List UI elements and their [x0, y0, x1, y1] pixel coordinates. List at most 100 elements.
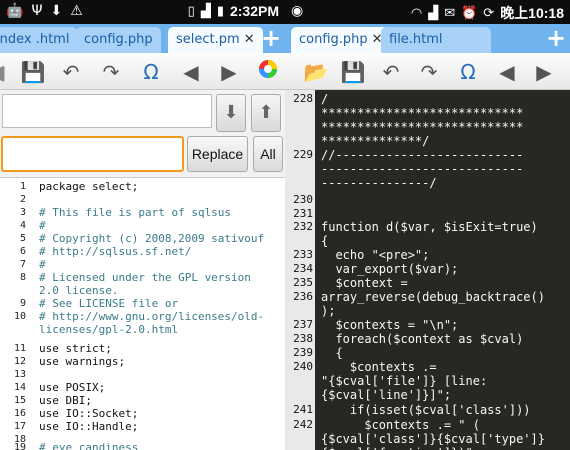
line-number: 19	[13, 442, 26, 450]
line-text: //-------------------------- -----------…	[321, 148, 524, 190]
line-number: 2	[19, 194, 26, 205]
line-number: 231	[293, 207, 313, 220]
line-number: 228	[293, 92, 313, 105]
color-picker-icon[interactable]	[255, 59, 281, 85]
special-chars-icon[interactable]: Ω	[138, 59, 164, 85]
add-tab-button[interactable]: +	[543, 26, 569, 52]
download-icon: ⬇	[50, 3, 63, 19]
line-text: package select;	[39, 180, 139, 193]
line-number: 1	[19, 181, 26, 192]
line-number: 6	[19, 246, 26, 257]
line-number: 4	[19, 220, 26, 231]
line-number: 14	[13, 382, 26, 393]
line-number: 238	[293, 332, 313, 345]
line-text: use POSIX;	[39, 381, 106, 394]
find-next-button[interactable]: ⬇	[216, 94, 246, 132]
line-number: 239	[293, 346, 313, 359]
vibrate-icon: ▯	[187, 3, 195, 19]
line-text: function d($var, $isExit=true) {	[321, 220, 538, 248]
line-text: # Copyright (c) 2008,2009 sativouf	[39, 232, 265, 245]
code-editor[interactable]: 1 package select; 2 3 # This file is part …	[0, 178, 285, 450]
line-number: 11	[13, 343, 26, 354]
line-text: use warnings;	[39, 355, 126, 368]
special-chars-icon[interactable]: Ω	[455, 59, 481, 85]
signal-icon: ▟	[428, 5, 439, 21]
android-icon: 🤖	[6, 3, 24, 19]
tab-label: index .html	[0, 32, 70, 47]
line-number: 241	[293, 403, 313, 416]
save-icon[interactable]: 💾	[20, 59, 46, 85]
toolbar: 📂 💾 ↶ ↷ Ω ◀ ▶	[285, 53, 570, 90]
tab-config-php[interactable]: config.php	[76, 27, 161, 53]
line-number: 12	[13, 356, 26, 367]
line-number: 17	[13, 421, 26, 432]
status-bar: ◉ ◠ ▟ ✉ ⏰ ⟳ 晚上10:18	[285, 0, 570, 24]
open-folder-icon[interactable]: 📂	[303, 59, 329, 85]
toolbar: ◖ 💾 ↶ ↷ Ω ◀ ▶	[0, 53, 285, 90]
undo-icon[interactable]: ↶	[378, 59, 404, 85]
line-text: {	[321, 346, 343, 360]
line-text: / **************************** *********…	[321, 92, 524, 148]
close-icon[interactable]: ✕	[244, 32, 255, 47]
open-folder-icon[interactable]: ◖	[0, 59, 14, 85]
line-number: 237	[293, 318, 313, 331]
redo-icon[interactable]: ↷	[416, 59, 442, 85]
line-text: if(isset($cval['class']))	[321, 403, 531, 417]
line-text: $contexts .= "{$cval['file']} [line: {$c…	[321, 360, 488, 402]
tab-label: config.php	[299, 32, 368, 47]
line-text: use DBI;	[39, 394, 92, 407]
alert-icon: ⚠	[70, 3, 83, 19]
line-number: 235	[293, 276, 313, 289]
replace-input[interactable]	[1, 136, 184, 172]
line-text: # Licensed under the GPL version 2.0 lic…	[39, 271, 251, 297]
back-icon[interactable]: ◀	[494, 59, 520, 85]
replace-all-button[interactable]: All	[253, 136, 283, 172]
find-replace-bar: ⬇ ⬆ Replace All	[0, 90, 285, 178]
line-number: 5	[19, 233, 26, 244]
line-number: 10	[13, 311, 26, 322]
wifi-icon: ◠	[410, 5, 423, 21]
line-number: 234	[293, 262, 313, 275]
code-editor-dark[interactable]: 228 / **************************** ******…	[285, 90, 570, 450]
find-prev-button[interactable]: ⬆	[251, 94, 281, 132]
tab-label: select.pm	[176, 32, 240, 47]
tab-label: config.php	[84, 32, 153, 47]
redo-icon[interactable]: ↷	[98, 59, 124, 85]
line-number: 3	[19, 207, 26, 218]
line-text: use strict;	[39, 342, 112, 355]
line-text: # http://www.gnu.org/licenses/old- licen…	[39, 310, 265, 336]
line-text: # See LICENSE file or	[39, 297, 179, 310]
tab-label: file.html	[389, 32, 443, 47]
save-icon[interactable]: 💾	[340, 59, 366, 85]
line-number: 233	[293, 248, 313, 261]
undo-icon[interactable]: ↶	[58, 59, 84, 85]
clock: 晚上10:18	[500, 5, 564, 21]
line-number: 9	[19, 298, 26, 309]
add-tab-button[interactable]: +	[258, 26, 284, 52]
line-text: # http://sqlsus.sf.net/	[39, 245, 192, 258]
line-number: 16	[13, 408, 26, 419]
tab-file-html[interactable]: file.html	[381, 27, 491, 53]
status-bar: 🤖 Ψ ⬇ ⚠ ▯ ▟ ▮ 2:32PM	[0, 0, 285, 24]
forward-icon[interactable]: ▶	[531, 59, 557, 85]
globe-icon: ◉	[291, 3, 304, 19]
arrow-up-icon: ⬆	[258, 102, 274, 123]
arrow-down-icon: ⬇	[223, 102, 239, 123]
tab-config-php[interactable]: config.php ✕	[291, 27, 391, 53]
line-number: 230	[293, 193, 313, 206]
forward-icon[interactable]: ▶	[216, 59, 242, 85]
sync-icon: ⟳	[483, 5, 495, 21]
find-input[interactable]	[2, 94, 212, 128]
line-text: foreach($context as $cval)	[321, 332, 524, 346]
line-number: 7	[19, 259, 26, 270]
tab-index-html[interactable]: index .html	[0, 27, 78, 53]
line-text: use IO::Handle;	[39, 420, 139, 433]
alarm-icon: ⏰	[461, 5, 478, 21]
tab-select-pm[interactable]: select.pm ✕	[168, 27, 263, 53]
replace-button[interactable]: Replace	[187, 136, 248, 172]
back-icon[interactable]: ◀	[178, 59, 204, 85]
usb-icon: Ψ	[31, 3, 43, 19]
tab-bar: index .html config.php select.pm ✕ +	[0, 24, 285, 53]
line-number: 242	[293, 418, 313, 431]
line-number: 13	[13, 369, 26, 380]
